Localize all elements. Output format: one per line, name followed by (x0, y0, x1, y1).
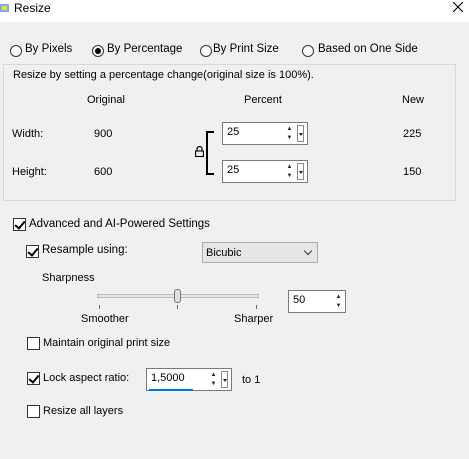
slider-tick (256, 305, 257, 309)
width-original: 900 (94, 128, 113, 140)
width-new: 225 (403, 128, 422, 140)
app-icon (0, 4, 9, 12)
resample-method-select[interactable]: Bicubic (202, 242, 318, 263)
title-bar (0, 0, 469, 22)
aspect-ratio-suffix: to 1 (242, 374, 261, 386)
header-percent: Percent (244, 94, 282, 106)
resample-label[interactable]: Resample using: (42, 244, 128, 256)
slider-tick (99, 305, 100, 309)
height-percent-value: 25 (227, 164, 240, 176)
radio-by-percentage[interactable] (92, 45, 104, 57)
radio-by-pixels[interactable] (10, 45, 22, 57)
sharpness-max-label: Sharper (234, 313, 274, 325)
sharpness-min-label: Smoother (81, 313, 129, 325)
width-spin-buttons[interactable]: ▲ ▼ (285, 125, 294, 142)
width-preset-dropdown[interactable] (297, 125, 304, 142)
chevron-down-icon (303, 246, 313, 256)
advanced-settings-checkbox[interactable] (13, 218, 26, 231)
aspect-ratio-field[interactable]: 1,5000 ▲ ▼ (146, 368, 232, 391)
height-label: Height: (12, 166, 47, 178)
width-percent-value: 25 (227, 126, 240, 138)
header-original: Original (87, 94, 125, 106)
sharpness-label: Sharpness (42, 272, 95, 284)
height-percent-field[interactable]: 25 ▲ ▼ (222, 160, 308, 183)
radio-based-on-one-side[interactable] (302, 45, 314, 57)
resample-checkbox[interactable] (26, 245, 39, 258)
height-original: 600 (94, 166, 113, 178)
height-new: 150 (403, 166, 422, 178)
window-title: Resize (14, 1, 51, 15)
resample-method-value: Bicubic (206, 247, 242, 259)
close-button[interactable] (447, 0, 469, 14)
aspect-preset-dropdown[interactable] (221, 371, 228, 388)
sharpness-spin-buttons[interactable]: ▲ ▼ (334, 293, 343, 310)
width-percent-field[interactable]: 25 ▲ ▼ (222, 122, 308, 145)
resize-all-layers-label[interactable]: Resize all layers (43, 405, 123, 417)
resize-all-layers-checkbox[interactable] (27, 405, 40, 418)
radio-by-percentage-label[interactable]: By Percentage (107, 43, 182, 55)
maintain-print-size-checkbox[interactable] (27, 337, 40, 350)
maintain-print-size-label[interactable]: Maintain original print size (43, 337, 170, 349)
close-icon (453, 2, 463, 12)
aspect-spin-buttons[interactable]: ▲ ▼ (209, 371, 218, 388)
header-new: New (402, 94, 425, 106)
lock-aspect-checkbox[interactable] (27, 372, 40, 385)
focus-underline (149, 389, 193, 391)
sharpness-value: 50 (293, 294, 306, 306)
radio-by-print-size-label[interactable]: By Print Size (213, 43, 279, 55)
width-label: Width: (12, 128, 44, 140)
radio-based-on-one-side-label[interactable]: Based on One Side (318, 43, 418, 55)
sharpness-value-field[interactable]: 50 ▲ ▼ (288, 290, 346, 313)
group-caption: Resize by setting a percentage change(or… (13, 69, 314, 81)
height-preset-dropdown[interactable] (297, 163, 304, 180)
height-spin-buttons[interactable]: ▲ ▼ (285, 163, 294, 180)
advanced-settings-label[interactable]: Advanced and AI-Powered Settings (29, 218, 210, 230)
slider-tick (177, 305, 178, 309)
lock-icon[interactable] (195, 146, 204, 157)
aspect-ratio-value: 1,5000 (151, 372, 185, 384)
aspect-link-bracket (206, 131, 214, 175)
sharpness-slider-thumb[interactable] (174, 289, 181, 303)
radio-by-print-size[interactable] (200, 45, 212, 57)
lock-aspect-label[interactable]: Lock aspect ratio: (43, 372, 129, 384)
radio-by-pixels-label[interactable]: By Pixels (25, 43, 72, 55)
